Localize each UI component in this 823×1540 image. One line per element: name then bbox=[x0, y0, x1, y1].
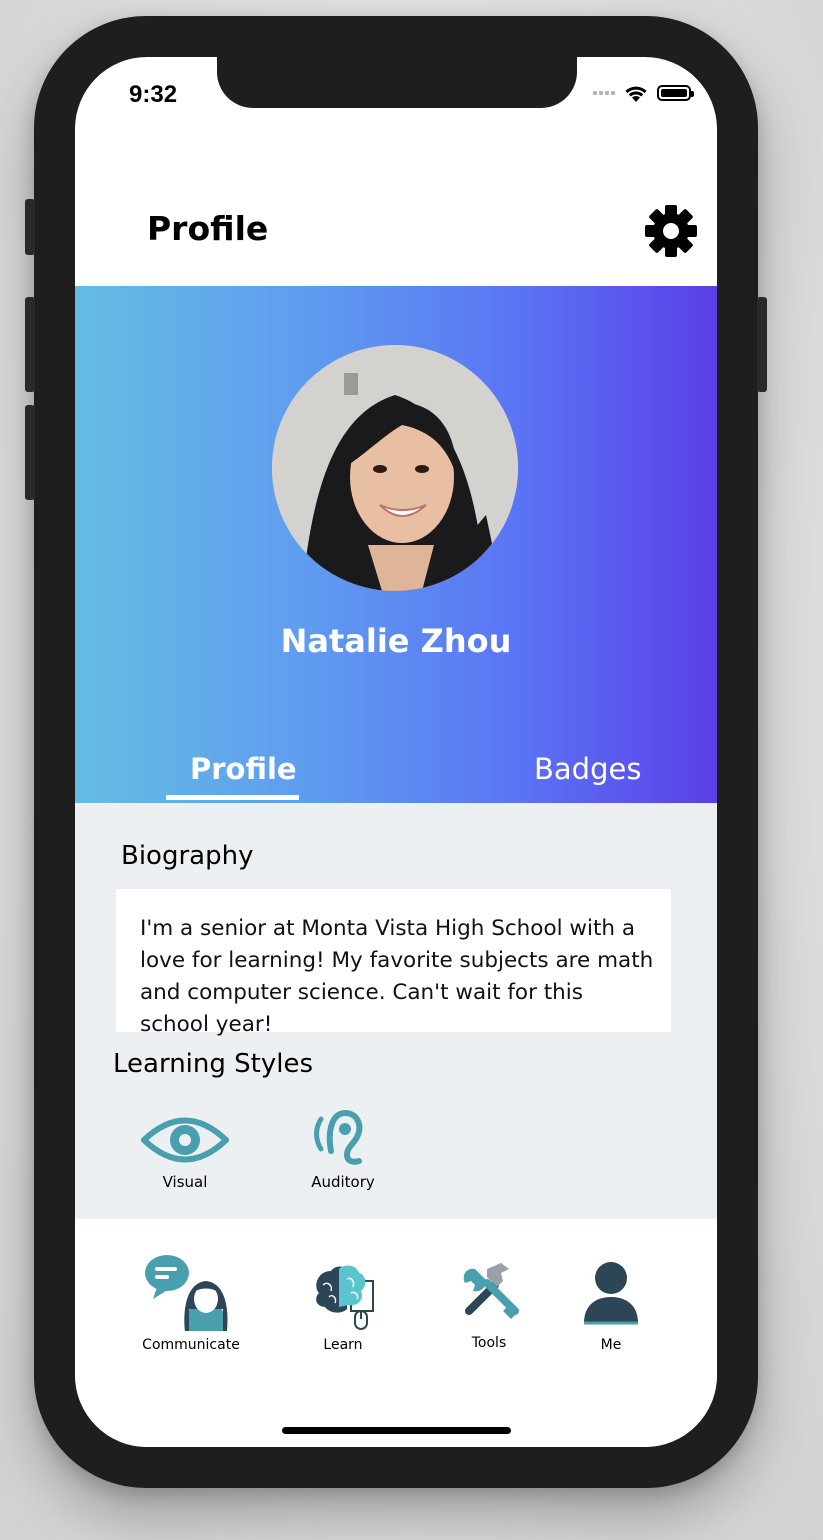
avatar[interactable] bbox=[272, 345, 518, 591]
status-time: 9:32 bbox=[129, 81, 178, 108]
settings-button[interactable] bbox=[643, 203, 699, 259]
tab-profile[interactable]: Profile bbox=[190, 752, 297, 786]
volume-up-button bbox=[25, 297, 35, 392]
volume-down-button bbox=[25, 405, 35, 500]
cellular-signal-icon bbox=[593, 91, 615, 95]
tab-badges[interactable]: Badges bbox=[534, 752, 641, 786]
profile-name: Natalie Zhou bbox=[280, 622, 512, 660]
learning-style-visual: Visual bbox=[139, 1113, 231, 1191]
app-screen: 9:32 Profile Natalie Zhou Profile Badges… bbox=[75, 57, 717, 1447]
nav-tools-label: Tools bbox=[471, 1335, 507, 1351]
battery-icon bbox=[657, 85, 694, 101]
communicate-icon bbox=[145, 1255, 228, 1331]
profile-photo bbox=[272, 345, 518, 591]
nav-me[interactable]: Me bbox=[581, 1261, 641, 1353]
tools-icon bbox=[463, 1263, 519, 1319]
auditory-label: Auditory bbox=[311, 1173, 375, 1191]
gear-icon bbox=[645, 205, 697, 257]
nav-learn[interactable]: Learn bbox=[311, 1263, 375, 1353]
visual-label: Visual bbox=[162, 1173, 208, 1191]
nav-communicate[interactable]: Communicate bbox=[142, 1253, 263, 1353]
biography-title: Biography bbox=[121, 841, 254, 871]
page-title: Profile bbox=[147, 209, 269, 248]
nav-learn-label: Learn bbox=[323, 1337, 363, 1353]
ear-icon bbox=[314, 1109, 363, 1165]
biography-text: I'm a senior at Monta Vista High School … bbox=[116, 889, 671, 1037]
person-icon bbox=[584, 1262, 638, 1325]
nav-communicate-label: Communicate bbox=[142, 1337, 240, 1353]
notch bbox=[217, 57, 577, 108]
mute-switch bbox=[25, 199, 35, 255]
eye-icon bbox=[139, 1117, 231, 1163]
bottom-tab-bar: Communicate Learn Tools Me bbox=[75, 1219, 717, 1447]
home-indicator[interactable] bbox=[282, 1427, 511, 1434]
active-tab-indicator bbox=[166, 795, 299, 800]
learning-styles-title: Learning Styles bbox=[113, 1049, 313, 1079]
nav-tools[interactable]: Tools bbox=[455, 1259, 523, 1353]
wifi-icon bbox=[625, 86, 647, 102]
brain-icon bbox=[316, 1265, 374, 1330]
profile-content: Biography I'm a senior at Monta Vista Hi… bbox=[75, 803, 717, 1219]
profile-header: Natalie Zhou Profile Badges bbox=[75, 286, 717, 803]
status-icons bbox=[593, 83, 694, 103]
nav-me-label: Me bbox=[600, 1337, 622, 1353]
learning-style-auditory: Auditory bbox=[301, 1105, 385, 1191]
power-button bbox=[757, 297, 767, 392]
